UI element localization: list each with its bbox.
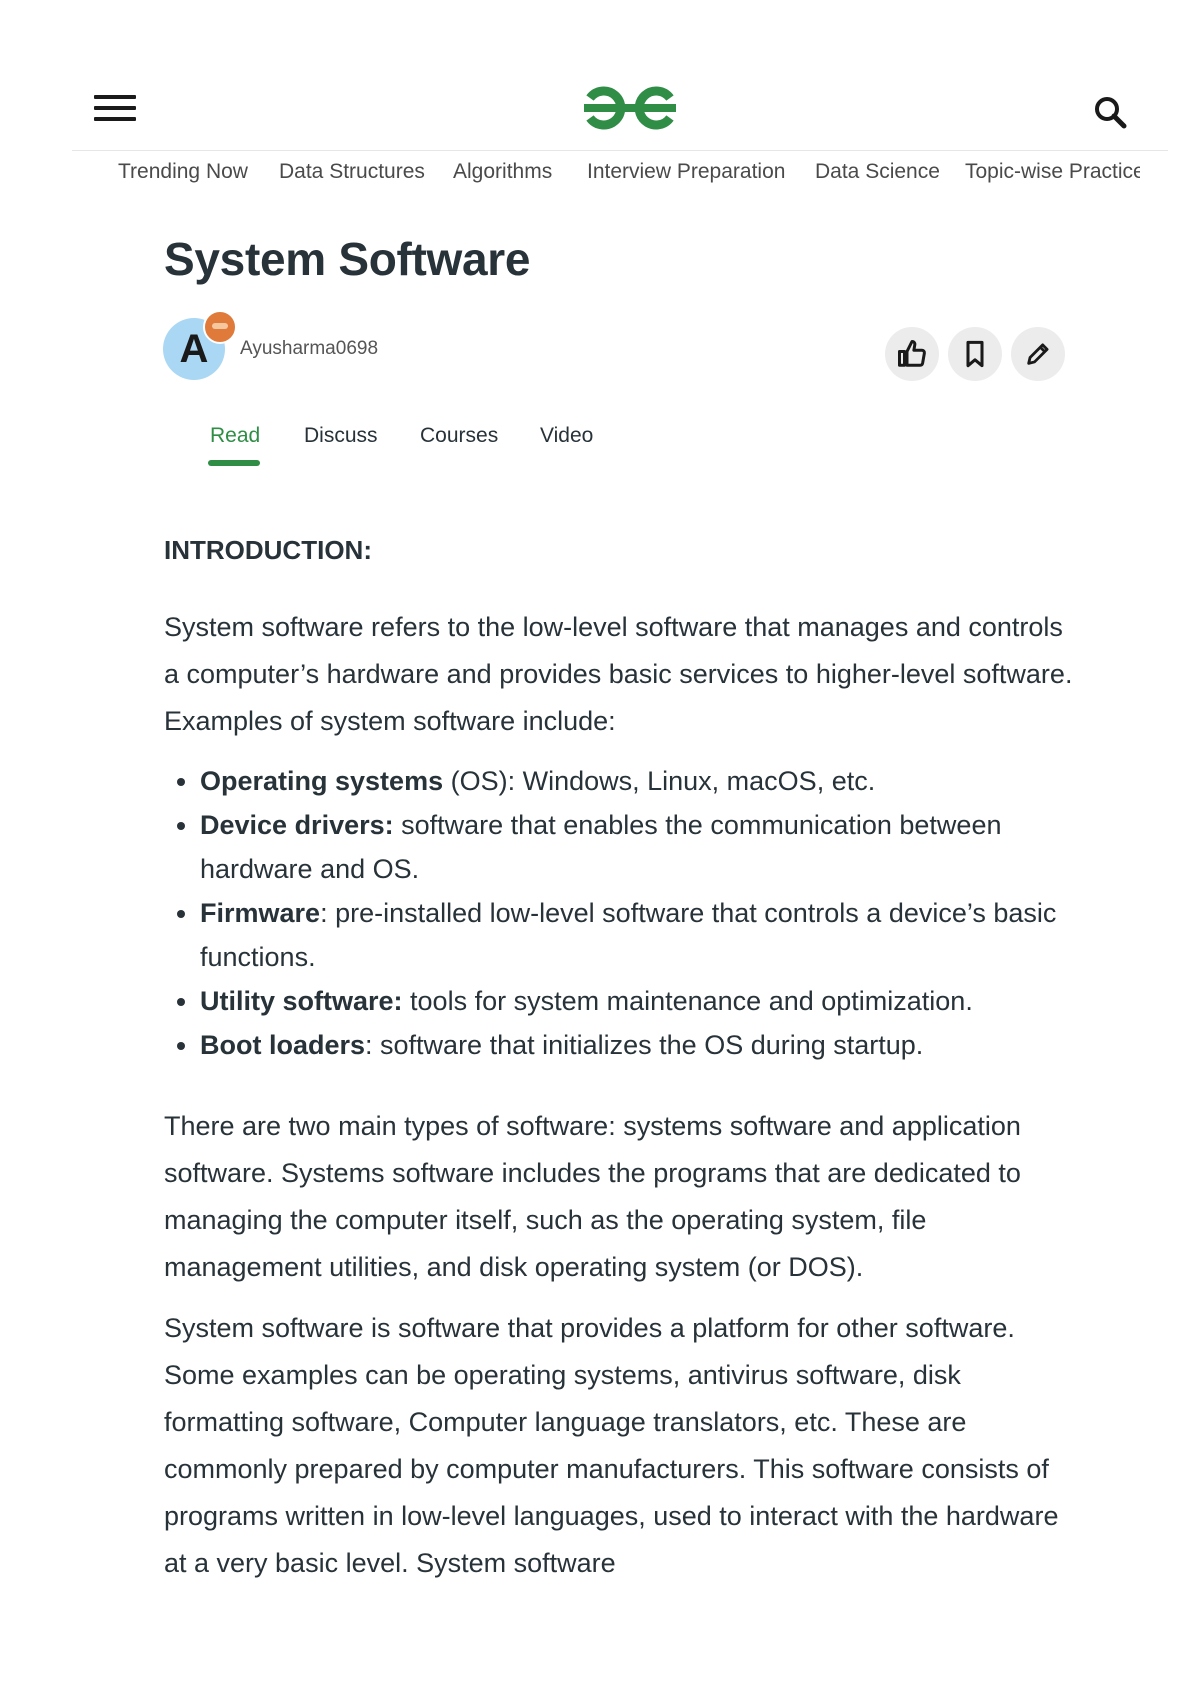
nav-item-data-science[interactable]: Data Science xyxy=(815,160,940,184)
bookmark-icon xyxy=(966,340,984,368)
hamburger-menu-icon[interactable] xyxy=(94,95,136,125)
paragraph-system-software: System software is software that provide… xyxy=(164,1313,1059,1578)
list-item-term: Operating systems xyxy=(200,766,444,796)
list-item-text: tools for system maintenance and optimiz… xyxy=(402,986,973,1016)
nav-item-interview-preparation[interactable]: Interview Preparation xyxy=(587,160,785,184)
pencil-icon xyxy=(1027,343,1049,365)
category-nav: Trending Now Data Structures Algorithms … xyxy=(118,160,1140,196)
like-button[interactable] xyxy=(885,327,939,381)
author-badge-icon xyxy=(203,310,237,344)
examples-list: Operating systems (OS): Windows, Linux, … xyxy=(164,759,1084,1067)
tab-discuss[interactable]: Discuss xyxy=(304,424,378,448)
paragraph-software-types: There are two main types of software: sy… xyxy=(164,1111,1021,1282)
bookmark-button[interactable] xyxy=(948,327,1002,381)
top-bar xyxy=(72,58,1168,151)
thumbs-up-icon xyxy=(898,340,926,367)
author-name[interactable]: Ayusharma0698 xyxy=(240,338,378,360)
list-item: Operating systems (OS): Windows, Linux, … xyxy=(200,759,1084,803)
nav-item-data-structures[interactable]: Data Structures xyxy=(279,160,425,184)
list-item-term: Utility software: xyxy=(200,986,403,1016)
nav-item-topic-wise-practice[interactable]: Topic-wise Practice xyxy=(965,160,1140,184)
tab-video[interactable]: Video xyxy=(540,424,593,448)
article-body: INTRODUCTION: System software refers to … xyxy=(164,530,1084,1601)
list-item: Firmware: pre-installed low-level softwa… xyxy=(200,891,1084,979)
tab-courses[interactable]: Courses xyxy=(420,424,498,448)
list-item-term: Firmware xyxy=(200,898,321,928)
list-item-text: : software that initializes the OS durin… xyxy=(365,1030,924,1060)
list-item-text: (OS): Windows, Linux, macOS, etc. xyxy=(443,766,876,796)
intro-heading: INTRODUCTION: xyxy=(164,535,372,565)
search-icon[interactable] xyxy=(1092,94,1128,130)
edit-button[interactable] xyxy=(1011,327,1065,381)
intro-paragraph: System software refers to the low-level … xyxy=(164,612,1073,736)
nav-item-trending-now[interactable]: Trending Now xyxy=(118,160,248,184)
nav-item-algorithms[interactable]: Algorithms xyxy=(453,160,552,184)
list-item: Boot loaders: software that initializes … xyxy=(200,1023,1084,1067)
tab-read[interactable]: Read xyxy=(210,424,260,448)
list-item-term: Boot loaders xyxy=(200,1030,366,1060)
list-item-text: : pre-installed low-level software that … xyxy=(200,898,1057,972)
list-item: Utility software: tools for system maint… xyxy=(200,979,1084,1023)
active-tab-indicator xyxy=(208,460,260,466)
article-title: System Software xyxy=(164,233,531,285)
list-item: Device drivers: software that enables th… xyxy=(200,803,1084,891)
site-logo[interactable] xyxy=(580,80,680,136)
list-item-term: Device drivers: xyxy=(200,810,394,840)
